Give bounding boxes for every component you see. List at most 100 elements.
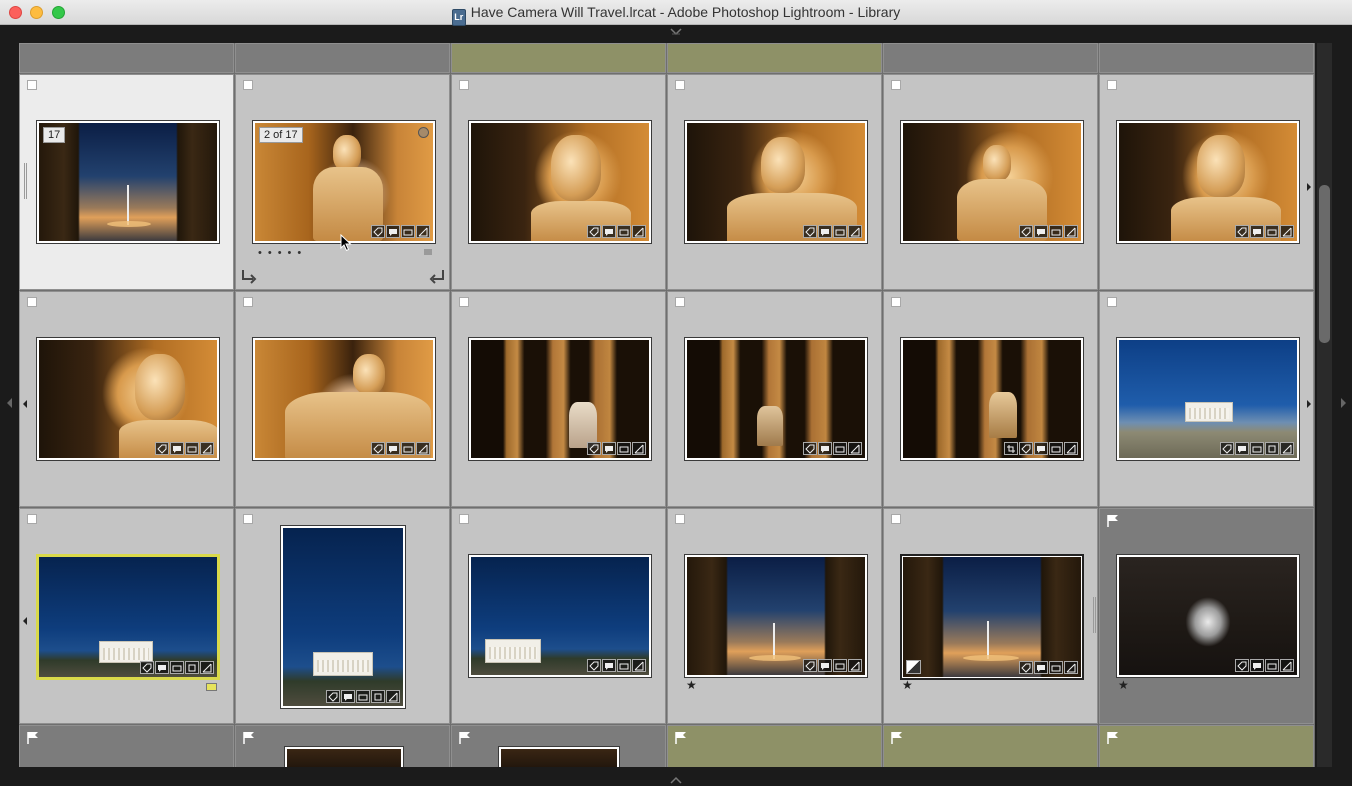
pick-flag-icon[interactable] [243, 80, 253, 90]
collection-badge-icon[interactable] [1250, 442, 1264, 455]
collection-badge-icon[interactable] [617, 225, 631, 238]
collection-badge-icon[interactable] [1049, 442, 1063, 455]
keyword-badge-icon[interactable] [326, 690, 340, 703]
keyword-badge-icon[interactable] [371, 442, 385, 455]
grid-cell[interactable] [451, 508, 666, 724]
collection-badge-icon[interactable] [1049, 661, 1063, 674]
comment-badge-icon[interactable] [602, 442, 616, 455]
pick-flag-pennant-icon[interactable] [1107, 514, 1119, 528]
keyword-badge-icon[interactable] [1235, 659, 1249, 672]
keyword-badge-icon[interactable] [803, 225, 817, 238]
pick-flag-icon[interactable] [459, 297, 469, 307]
photo-thumbnail[interactable] [1116, 337, 1300, 461]
keyword-badge-icon[interactable] [803, 659, 817, 672]
develop-adjust-badge-icon[interactable] [386, 690, 400, 703]
photo-thumbnail[interactable] [252, 337, 436, 461]
photo-thumbnail[interactable]: 17 [36, 120, 220, 244]
photo-thumbnail[interactable] [468, 337, 652, 461]
right-panel-toggle-icon[interactable] [1340, 396, 1348, 410]
grid-cell-active[interactable] [19, 508, 234, 724]
develop-adjust-badge-icon[interactable] [848, 442, 862, 455]
photo-thumbnail[interactable] [684, 554, 868, 678]
photo-thumbnail[interactable] [468, 554, 652, 678]
photo-thumbnail[interactable] [900, 120, 1084, 244]
grid-cell[interactable] [451, 725, 666, 767]
pick-flag-icon[interactable] [675, 514, 685, 524]
grid-cell[interactable] [883, 43, 1098, 73]
keyword-badge-icon[interactable] [587, 225, 601, 238]
keyword-badge-icon[interactable] [371, 225, 385, 238]
pick-flag-pennant-icon[interactable] [1107, 731, 1119, 745]
grid-cell[interactable] [667, 291, 882, 507]
pick-flag-icon[interactable] [459, 80, 469, 90]
grid-cell[interactable]: ★ [883, 508, 1098, 724]
cell-divider-handle[interactable] [24, 163, 27, 199]
grid-cell-stack-collapsed[interactable]: 17 [19, 74, 234, 290]
grid-cell[interactable] [1099, 74, 1314, 290]
keyword-badge-icon[interactable] [140, 661, 154, 674]
pick-flag-pennant-icon[interactable] [243, 731, 255, 745]
comment-badge-icon[interactable] [1250, 659, 1264, 672]
collection-badge-icon[interactable] [401, 442, 415, 455]
stack-right-arrow-icon[interactable] [1306, 395, 1312, 408]
collection-badge-icon[interactable] [185, 442, 199, 455]
grid-cell[interactable] [19, 291, 234, 507]
pick-flag-icon[interactable] [1107, 80, 1117, 90]
grid-cell[interactable] [883, 74, 1098, 290]
comment-badge-icon[interactable] [386, 225, 400, 238]
color-label-yellow[interactable] [206, 683, 217, 691]
develop-adjust-badge-icon[interactable] [1280, 659, 1294, 672]
collection-badge-icon[interactable] [833, 659, 847, 672]
photo-thumbnail[interactable] [684, 120, 868, 244]
stack-collapse-left-icon[interactable] [240, 269, 258, 285]
comment-badge-icon[interactable] [155, 661, 169, 674]
keyword-badge-icon[interactable] [587, 659, 601, 672]
collection-badge-icon[interactable] [617, 659, 631, 672]
pick-flag-icon[interactable] [675, 80, 685, 90]
develop-adjust-badge-icon[interactable] [1280, 225, 1294, 238]
keyword-badge-icon[interactable] [587, 442, 601, 455]
photo-thumbnail[interactable] [36, 337, 220, 461]
photo-thumbnail[interactable] [468, 120, 652, 244]
pick-flag-icon[interactable] [891, 297, 901, 307]
grid-cell[interactable] [1099, 291, 1314, 507]
photo-thumbnail[interactable] [900, 554, 1084, 680]
comment-badge-icon[interactable] [818, 659, 832, 672]
pick-flag-pennant-icon[interactable] [675, 731, 687, 745]
keyword-badge-icon[interactable] [1220, 442, 1234, 455]
collection-badge-icon[interactable] [356, 690, 370, 703]
grid-cell[interactable] [451, 74, 666, 290]
photo-thumbnail[interactable] [1116, 554, 1300, 678]
grid-scrollbar[interactable] [1317, 43, 1332, 767]
pick-flag-icon[interactable] [243, 514, 253, 524]
collection-badge-icon[interactable] [1265, 225, 1279, 238]
photo-thumbnail[interactable] [284, 746, 404, 767]
grid-cell[interactable] [883, 291, 1098, 507]
grid-cell[interactable]: ★ [667, 508, 882, 724]
quick-collection-icon[interactable] [418, 127, 429, 138]
stack-count-badge[interactable]: 17 [43, 127, 66, 143]
pick-flag-icon[interactable] [459, 514, 469, 524]
comment-badge-icon[interactable] [170, 442, 184, 455]
grid-cell[interactable] [1099, 725, 1314, 767]
crop-badge-icon[interactable] [371, 690, 385, 703]
crop-badge-icon[interactable] [185, 661, 199, 674]
grid-scroll-thumb[interactable] [1319, 185, 1330, 343]
grid-cell[interactable] [235, 508, 450, 724]
cell-divider-handle[interactable] [1093, 597, 1096, 633]
photo-thumbnail[interactable]: 2 of 17 [252, 120, 436, 244]
collection-badge-icon[interactable] [401, 225, 415, 238]
grid-cell[interactable]: ★ [1099, 508, 1314, 724]
stack-left-arrow-icon[interactable] [22, 395, 28, 408]
stack-collapse-right-icon[interactable] [428, 269, 446, 285]
pick-flag-icon[interactable] [27, 297, 37, 307]
comment-badge-icon[interactable] [818, 442, 832, 455]
photo-thumbnail[interactable] [1116, 120, 1300, 244]
photo-thumbnail-active[interactable] [36, 554, 220, 680]
photo-thumbnail[interactable] [684, 337, 868, 461]
pick-flag-icon[interactable] [675, 297, 685, 307]
crop-badge-icon[interactable] [1265, 442, 1279, 455]
develop-adjust-badge-icon[interactable] [632, 442, 646, 455]
keyword-badge-icon[interactable] [1019, 661, 1033, 674]
comment-badge-icon[interactable] [1034, 225, 1048, 238]
